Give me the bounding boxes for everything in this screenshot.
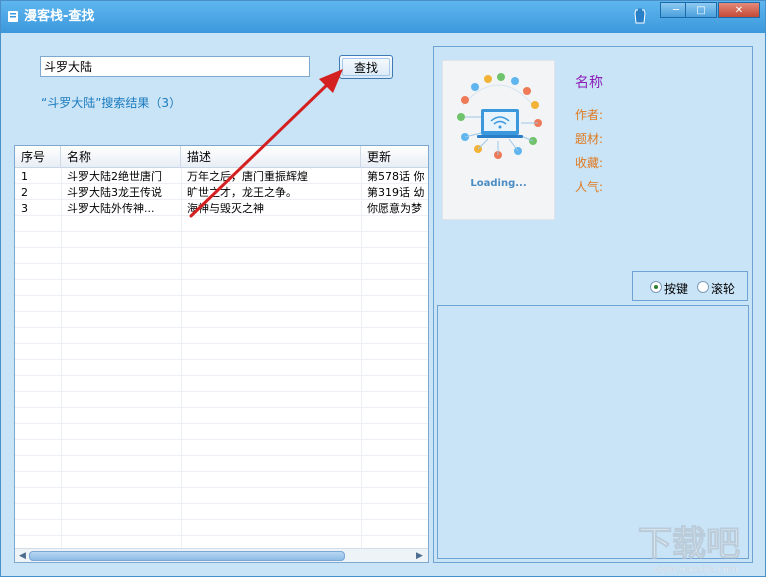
column-header-name[interactable]: 名称 — [61, 146, 181, 168]
skin-icon[interactable] — [633, 8, 647, 24]
grid-row — [15, 248, 428, 264]
window-title: 漫客栈-查找 — [24, 9, 95, 24]
radio-key-mode[interactable] — [650, 281, 662, 293]
app-icon — [8, 11, 18, 22]
cell-index: 3 — [21, 202, 28, 215]
grid-row — [15, 392, 428, 408]
column-header-desc[interactable]: 描述 — [181, 146, 361, 168]
grid-row — [15, 488, 428, 504]
svg-text:下载吧: 下载吧 — [638, 524, 740, 564]
app-window: 漫客栈-查找 ─ □ ✕ 查找 “斗罗大陆”搜索结果（3） 序号 名称 描述 更… — [0, 0, 766, 577]
close-button[interactable]: ✕ — [718, 2, 760, 18]
genre-label: 题材: — [575, 132, 604, 146]
grid-row — [15, 312, 428, 328]
minimize-icon: ─ — [672, 4, 680, 16]
search-input[interactable] — [40, 56, 310, 77]
grid-row — [15, 504, 428, 520]
favorites-label: 收藏: — [575, 156, 604, 170]
grid-row — [15, 520, 428, 536]
grid-row — [15, 328, 428, 344]
grid-row — [15, 216, 428, 232]
cell-desc: 海神与毁灭之神 — [187, 202, 264, 215]
loading-illustration-icon — [457, 73, 542, 159]
cell-name: 斗罗大陆外传神... — [67, 202, 155, 215]
cell-update: 第319话 幼 — [367, 186, 425, 199]
grid-row — [15, 232, 428, 248]
grid-row — [15, 360, 428, 376]
title-bar[interactable]: 漫客栈-查找 ─ □ ✕ — [1, 1, 765, 33]
cell-desc: 万年之后，唐门重振辉煌 — [187, 170, 308, 183]
grid-row — [15, 440, 428, 456]
column-header-update[interactable]: 更新 — [361, 146, 428, 168]
cell-index: 2 — [21, 186, 28, 199]
comic-name-label: 名称 — [575, 75, 603, 91]
maximize-button[interactable]: □ — [685, 2, 717, 18]
popularity-label: 人气: — [575, 180, 604, 194]
grid-row — [15, 376, 428, 392]
scroll-mode-group: 按键 滚轮 — [632, 271, 748, 301]
cover-image: Loading... — [442, 60, 555, 220]
cell-update: 第578话 你 — [367, 170, 425, 183]
close-icon: ✕ — [734, 4, 744, 16]
cell-desc: 旷世之才，龙王之争。 — [187, 186, 297, 199]
scroll-left-icon[interactable]: ◀ — [17, 551, 28, 562]
maximize-icon: □ — [696, 4, 706, 16]
radio-wheel-mode[interactable] — [697, 281, 709, 293]
search-button[interactable]: 查找 — [339, 55, 393, 79]
results-table: 序号 名称 描述 更新 1 斗罗大陆2绝世唐门 万年之后，唐门重振辉煌 第578… — [14, 145, 429, 563]
table-row[interactable]: 2 斗罗大陆3龙王传说 旷世之才，龙王之争。 第319话 幼 — [15, 185, 428, 201]
grid-row — [15, 344, 428, 360]
search-result-summary: “斗罗大陆”搜索结果（3） — [41, 96, 182, 110]
loading-text: Loading... — [470, 178, 527, 189]
cell-update: 你愿意为梦 — [367, 202, 422, 215]
table-header: 序号 名称 描述 更新 — [15, 146, 428, 168]
radio-wheel-mode-label[interactable]: 滚轮 — [711, 280, 735, 297]
author-label: 作者: — [575, 108, 604, 122]
cell-index: 1 — [21, 170, 28, 183]
radio-key-mode-label[interactable]: 按键 — [664, 280, 688, 297]
grid-row — [15, 472, 428, 488]
scrollbar-thumb[interactable] — [29, 551, 345, 561]
grid-row — [15, 296, 428, 312]
cell-name: 斗罗大陆3龙王传说 — [67, 186, 162, 199]
cell-name: 斗罗大陆2绝世唐门 — [67, 170, 162, 183]
grid-row — [15, 456, 428, 472]
scroll-right-icon[interactable]: ▶ — [414, 551, 425, 562]
horizontal-scrollbar[interactable]: ◀ ▶ — [15, 548, 428, 562]
grid-row — [15, 424, 428, 440]
grid-row — [15, 280, 428, 296]
svg-text:www.xiazaiba.com: www.xiazaiba.com — [654, 565, 738, 575]
watermark-logo: 下载吧 www.xiazaiba.com — [638, 524, 741, 576]
table-row[interactable]: 1 斗罗大陆2绝世唐门 万年之后，唐门重振辉煌 第578话 你 — [15, 169, 428, 185]
grid-row — [15, 408, 428, 424]
grid-row — [15, 264, 428, 280]
column-header-index[interactable]: 序号 — [15, 146, 61, 168]
table-row[interactable]: 3 斗罗大陆外传神... 海神与毁灭之神 你愿意为梦 — [15, 201, 428, 217]
